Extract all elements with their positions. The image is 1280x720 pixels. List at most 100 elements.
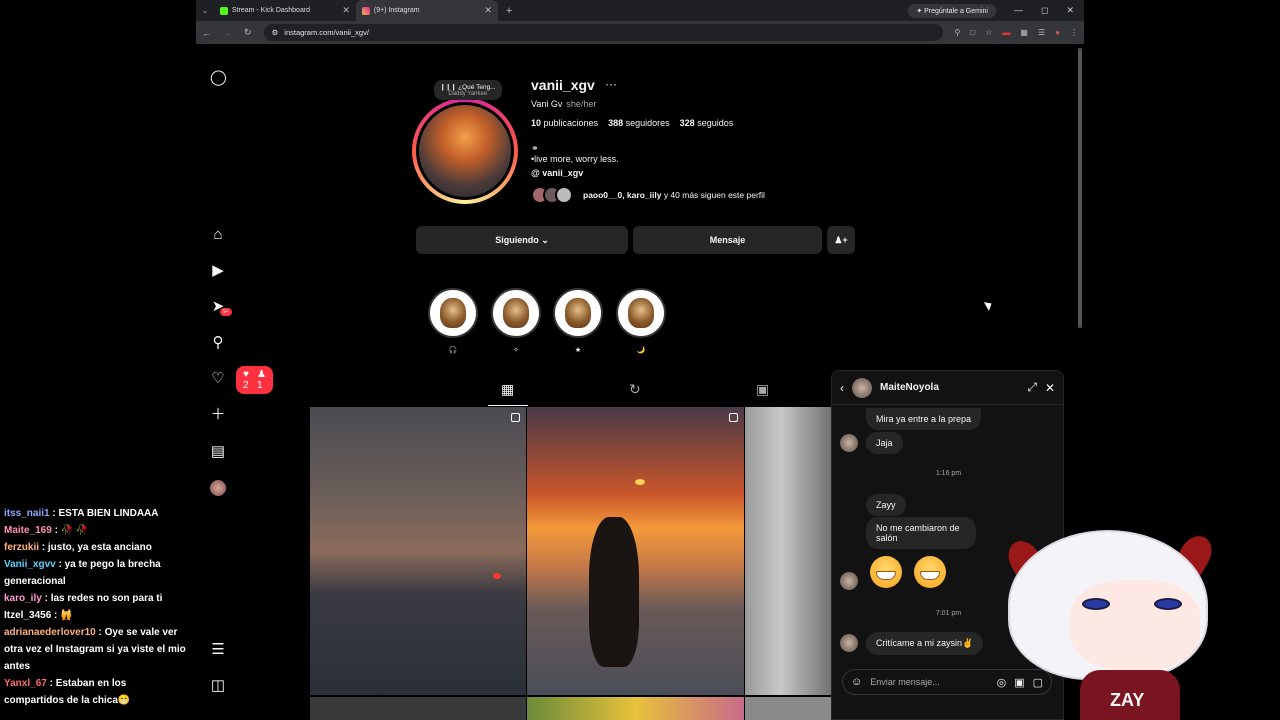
grin-emoji-icon [914,556,946,588]
message-bubble: Critícame a mi zaysin✌️ [866,632,984,655]
tab-search-list-icon[interactable]: ☰ [1038,28,1045,37]
followed-by-row[interactable]: paoo0__0, karo_iily y 40 más siguen este… [531,186,765,204]
carousel-icon [511,413,520,422]
chat-user: adrianaederlover10 [4,627,96,638]
highlight-cover [628,298,654,328]
reels-icon[interactable]: ▶ [210,263,226,279]
gemini-button[interactable]: ✦ Pregúntale a Gemini [908,3,996,18]
chat-message: itss_naii1 : ESTA BIEN LINDAAA [4,508,159,519]
post-thumbnail[interactable] [745,407,835,695]
post-thumbnail[interactable] [745,697,835,720]
avatar-face [1070,580,1200,670]
close-window-icon[interactable]: ✕ [1066,5,1074,16]
page-scrollbar[interactable] [1078,48,1082,328]
new-tab-button[interactable]: + [498,5,520,17]
notifications-heart-icon[interactable]: ♡ [210,371,226,387]
maximize-icon[interactable]: ◻ [1041,5,1048,16]
home-icon[interactable]: ⌂ [210,227,226,243]
following-stat[interactable]: 328 seguidos [680,118,734,128]
followers-label: seguidores [625,118,670,128]
reposts-tab-icon[interactable]: ↻ [629,381,641,398]
suggest-user-button[interactable]: ♟+ [827,226,855,254]
highlight[interactable] [553,288,603,338]
tab-bar: ⌄ Stream - Kick Dashboard ✕ (9+) Instagr… [196,0,1084,21]
highlight[interactable] [491,288,541,338]
post-thumbnail[interactable] [527,697,744,720]
url-field[interactable]: ⚙ instagram.com/vanii_xgv/ [263,24,943,41]
highlight-label: 🎧 [448,347,458,354]
kick-icon [219,6,228,15]
active-tab-indicator [488,405,528,406]
menu-kebab-icon[interactable]: ⋮ [1070,28,1078,37]
post-image-detail [493,573,501,579]
tab-kick-dashboard[interactable]: Stream - Kick Dashboard ✕ [214,0,356,21]
site-info-icon[interactable]: ⚙ [272,28,279,37]
dashboard-icon[interactable]: ▤ [210,444,226,460]
profile-options-button[interactable]: ··· [605,77,617,91]
sender-avatar [840,434,858,452]
profile-avatar-icon[interactable]: ● [1055,28,1060,37]
close-tab-icon[interactable]: ✕ [342,5,350,16]
profile-picture [416,102,514,200]
tab-search-icon[interactable]: ⌄ [196,7,214,15]
create-plus-icon[interactable]: ＋ [210,407,226,423]
dm-avatar[interactable] [852,377,872,398]
expand-icon[interactable]: ⤢ [1027,380,1037,395]
profile-picture-ring[interactable] [412,98,518,204]
headphones-icon: ⚭ [531,143,539,153]
tab-instagram[interactable]: (9+) Instagram ✕ [355,0,498,21]
followers-stat[interactable]: 388 seguidores [608,118,670,128]
back-icon[interactable]: ← [202,28,211,38]
more-menu-icon[interactable]: ☰ [210,642,226,658]
chat-user: Maite_169 [4,525,52,536]
followers-count: 388 [608,118,624,128]
stream-chat: itss_naii1 : ESTA BIEN LINDAAA Maite_169… [0,505,192,709]
instagram-logo-icon[interactable]: ◯ [210,70,227,86]
highlight-cover [503,298,529,328]
likes-count: ♥ 2 [243,369,249,391]
chat-user: Yanxl_67 [4,678,47,689]
profile-avatar[interactable] [210,480,226,496]
emoji-picker-icon[interactable]: ☺ [851,676,862,688]
sender-avatar [840,634,858,652]
highlight[interactable] [428,288,478,338]
posts-label: publicaciones [543,118,599,128]
extension-icon[interactable]: ▬ [1002,28,1010,37]
reload-icon[interactable]: ↻ [244,27,252,38]
search-icon[interactable]: ⚲ [210,335,226,351]
extensions-puzzle-icon[interactable]: ▦ [1020,28,1028,37]
note-artist: Daddy Yankee [448,91,488,97]
close-tab-icon[interactable]: ✕ [484,5,492,16]
post-thumbnail[interactable] [310,407,526,695]
tagged-tab-icon[interactable]: ▣ [756,381,769,398]
message-input[interactable]: Enviar mensaje... [870,677,988,687]
post-thumbnail[interactable] [527,407,744,695]
post-image-detail [589,517,639,667]
post-thumbnail[interactable] [310,697,526,720]
music-note-bubble[interactable]: ❙❙❙ ¿Qué Teng... Daddy Yankee [434,80,502,100]
instagram-favicon-icon [361,6,370,15]
screen: itss_naii1 : ESTA BIEN LINDAAA Maite_169… [0,0,1280,720]
bookmark-star-icon[interactable]: ☆ [985,28,992,37]
posts-grid-tab-icon[interactable]: ▦ [501,381,514,398]
address-bar: ← → ↻ ⚙ instagram.com/vanii_xgv/ ⚲ □ ☆ ▬… [196,21,1084,44]
minimize-icon[interactable]: — [1014,5,1023,16]
messages-badge: 9+ [220,308,232,316]
chat-message: adrianaederlover10 : Oye se vale ver otr… [4,627,186,672]
threads-link[interactable]: @ vanii_xgv [531,168,583,178]
posts-count: 10 [531,118,542,128]
following-button[interactable]: Siguiendo ⌄ [416,226,628,254]
highlight[interactable] [616,288,666,338]
zoom-icon[interactable]: ⚲ [955,28,961,37]
back-icon[interactable]: ‹ [840,381,844,395]
meta-apps-icon[interactable]: ◫ [210,678,226,694]
message-bubble: Jaja [866,432,903,454]
notifications-pill[interactable]: ♥ 2 ♟ 1 [236,366,273,394]
dm-contact-name[interactable]: MaiteNoyola [880,382,1019,393]
address-bar-icons: ⚲ □ ☆ ▬ ▦ ☰ ● ⋮ [955,28,1078,37]
highlight-cover [440,298,466,328]
close-icon[interactable]: ✕ [1045,381,1055,395]
forward-icon[interactable]: → [223,28,232,38]
message-button[interactable]: Mensaje [633,226,822,254]
cast-icon[interactable]: □ [970,28,975,37]
